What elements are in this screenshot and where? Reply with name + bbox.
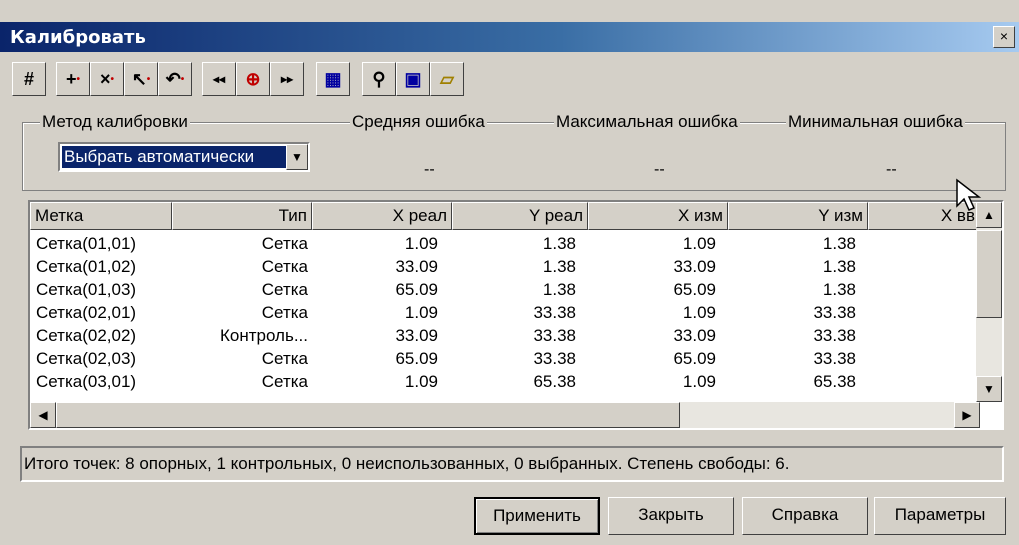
close-icon[interactable]: × bbox=[993, 26, 1015, 48]
table-cell: 33.38 bbox=[533, 303, 576, 322]
column-header-type[interactable]: Тип bbox=[172, 202, 312, 230]
table-cell: 1.38 bbox=[822, 257, 856, 276]
chevron-down-icon[interactable]: ▼ bbox=[286, 144, 308, 170]
status-bar: Итого точек: 8 опорных, 1 контрольных, 0… bbox=[20, 446, 1004, 482]
min-error-value: -- bbox=[886, 161, 897, 178]
column-header-label[interactable]: Метка bbox=[30, 202, 172, 230]
table-cell: 65.09 bbox=[673, 280, 716, 299]
table-cell: Сетка(01,03) bbox=[36, 280, 137, 299]
avg-error-label: Средняя ошибка bbox=[350, 112, 487, 132]
title-bar: Калибровать × bbox=[0, 22, 1019, 52]
table-cell: 33.38 bbox=[813, 303, 856, 322]
mesh-icon[interactable]: ▦ bbox=[316, 62, 350, 96]
points-table: Метка Тип X реал Y реал X изм Y изм X вв… bbox=[28, 200, 1004, 430]
close-button[interactable]: Закрыть bbox=[608, 497, 734, 535]
column-header-y-real[interactable]: Y реал bbox=[452, 202, 588, 230]
table-cell: 33.09 bbox=[673, 257, 716, 276]
find-icon[interactable]: ⚲ bbox=[362, 62, 396, 96]
help-button[interactable]: Справка bbox=[742, 497, 868, 535]
column-header-x-measured[interactable]: X изм bbox=[588, 202, 728, 230]
table-cell: Сетка bbox=[261, 372, 308, 391]
table-cell: Сетка(01,01) bbox=[36, 234, 137, 253]
horizontal-scroll-thumb[interactable] bbox=[56, 402, 680, 428]
open-icon[interactable]: ▱ bbox=[430, 62, 464, 96]
delete-point-icon[interactable]: × • bbox=[90, 62, 124, 96]
table-cell: 33.38 bbox=[533, 326, 576, 345]
save-icon[interactable]: ▣ bbox=[396, 62, 430, 96]
vertical-scroll-thumb[interactable] bbox=[976, 230, 1002, 318]
table-cell: 1.09 bbox=[404, 234, 438, 253]
prev-point-icon[interactable]: ◂◂ bbox=[202, 62, 236, 96]
table-cell: 1.09 bbox=[682, 372, 716, 391]
table-cell: 1.38 bbox=[822, 280, 856, 299]
select-arrow-icon[interactable]: ↖ • bbox=[124, 62, 158, 96]
parameters-button[interactable]: Параметры bbox=[874, 497, 1006, 535]
table-row[interactable]: Сетка(01,03) Сетка 65.09 1.38 65.09 1.38 bbox=[30, 278, 980, 301]
table-row[interactable]: Сетка(02,02) Контроль... 33.09 33.38 33.09 33… bbox=[30, 324, 980, 347]
table-row[interactable]: Сетка(01,02) Сетка 33.09 1.38 33.09 1.38 bbox=[30, 255, 980, 278]
window-title: Калибровать bbox=[10, 27, 146, 48]
table-cell: 33.38 bbox=[813, 326, 856, 345]
apply-button[interactable]: Применить bbox=[474, 497, 600, 535]
table-cell: 1.38 bbox=[542, 280, 576, 299]
add-point-icon[interactable]: + • bbox=[56, 62, 90, 96]
table-cell: 65.09 bbox=[395, 280, 438, 299]
avg-error-value: -- bbox=[424, 161, 435, 178]
max-error-label: Максимальная ошибка bbox=[554, 112, 740, 132]
table-cell: Сетка(02,01) bbox=[36, 303, 137, 322]
table-cell: 1.38 bbox=[822, 234, 856, 253]
table-cell: Сетка(01,02) bbox=[36, 257, 137, 276]
table-cell: 1.09 bbox=[682, 234, 716, 253]
table-cell: 33.38 bbox=[533, 349, 576, 368]
vertical-scrollbar[interactable]: ▲ ▼ bbox=[976, 202, 1002, 402]
table-row[interactable]: Сетка(02,01) Сетка 1.09 33.38 1.09 33.38 bbox=[30, 301, 980, 324]
method-select[interactable]: Выбрать автоматически ▼ bbox=[58, 142, 310, 172]
calibrate-dialog: Калибровать × # + • × • ↖ • ↶ • ◂◂ ⊕ ▸▸ ▦ ⚲ … bbox=[0, 0, 1019, 545]
table-cell: Сетка(02,03) bbox=[36, 349, 137, 368]
min-error-label: Минимальная ошибка bbox=[786, 112, 965, 132]
scroll-right-icon[interactable]: ▶ bbox=[954, 402, 980, 428]
table-cell: 65.38 bbox=[533, 372, 576, 391]
table-row[interactable]: Сетка(02,03) Сетка 65.09 33.38 65.09 33.38 bbox=[30, 347, 980, 370]
table-cell: Сетка bbox=[261, 349, 308, 368]
table-cell: Сетка(02,02) bbox=[36, 326, 137, 345]
table-cell: Контроль... bbox=[219, 326, 308, 345]
table-cell: 1.38 bbox=[542, 234, 576, 253]
next-point-icon[interactable]: ▸▸ bbox=[270, 62, 304, 96]
horizontal-scrollbar[interactable]: ◀ ▶ bbox=[30, 402, 980, 428]
method-label: Метод калибровки bbox=[40, 112, 190, 132]
mouse-pointer-icon bbox=[956, 178, 982, 211]
table-cell: 1.38 bbox=[542, 257, 576, 276]
table-cell: 65.09 bbox=[673, 349, 716, 368]
column-header-y-measured[interactable]: Y изм bbox=[728, 202, 868, 230]
zoom-icon[interactable]: ⊕ bbox=[236, 62, 270, 96]
table-cell: 1.09 bbox=[682, 303, 716, 322]
scroll-left-icon[interactable]: ◀ bbox=[30, 402, 56, 428]
grid-icon[interactable]: # bbox=[12, 62, 46, 96]
table-cell: 33.38 bbox=[813, 349, 856, 368]
table-cell: Сетка bbox=[261, 234, 308, 253]
table-cell: 33.09 bbox=[395, 326, 438, 345]
table-cell: Сетка(03,01) bbox=[36, 372, 137, 391]
undo-icon[interactable]: ↶ • bbox=[158, 62, 192, 96]
table-row[interactable]: Сетка(01,01) Сетка 1.09 1.38 1.09 1.38 bbox=[30, 232, 980, 255]
table-cell: 65.09 bbox=[395, 349, 438, 368]
table-cell: 1.09 bbox=[404, 303, 438, 322]
method-value: Выбрать автоматически bbox=[62, 146, 288, 168]
max-error-value: -- bbox=[654, 161, 665, 178]
scroll-down-icon[interactable]: ▼ bbox=[976, 376, 1002, 402]
table-cell: 33.09 bbox=[395, 257, 438, 276]
table-cell: Сетка bbox=[261, 280, 308, 299]
column-header-x-real[interactable]: X реал bbox=[312, 202, 452, 230]
table-cell: 65.38 bbox=[813, 372, 856, 391]
table-cell: Сетка bbox=[261, 303, 308, 322]
table-cell: 33.09 bbox=[673, 326, 716, 345]
table-cell: 1.09 bbox=[404, 372, 438, 391]
table-row[interactable]: Сетка(03,01) Сетка 1.09 65.38 1.09 65.38 bbox=[30, 370, 980, 393]
table-cell: Сетка bbox=[261, 257, 308, 276]
